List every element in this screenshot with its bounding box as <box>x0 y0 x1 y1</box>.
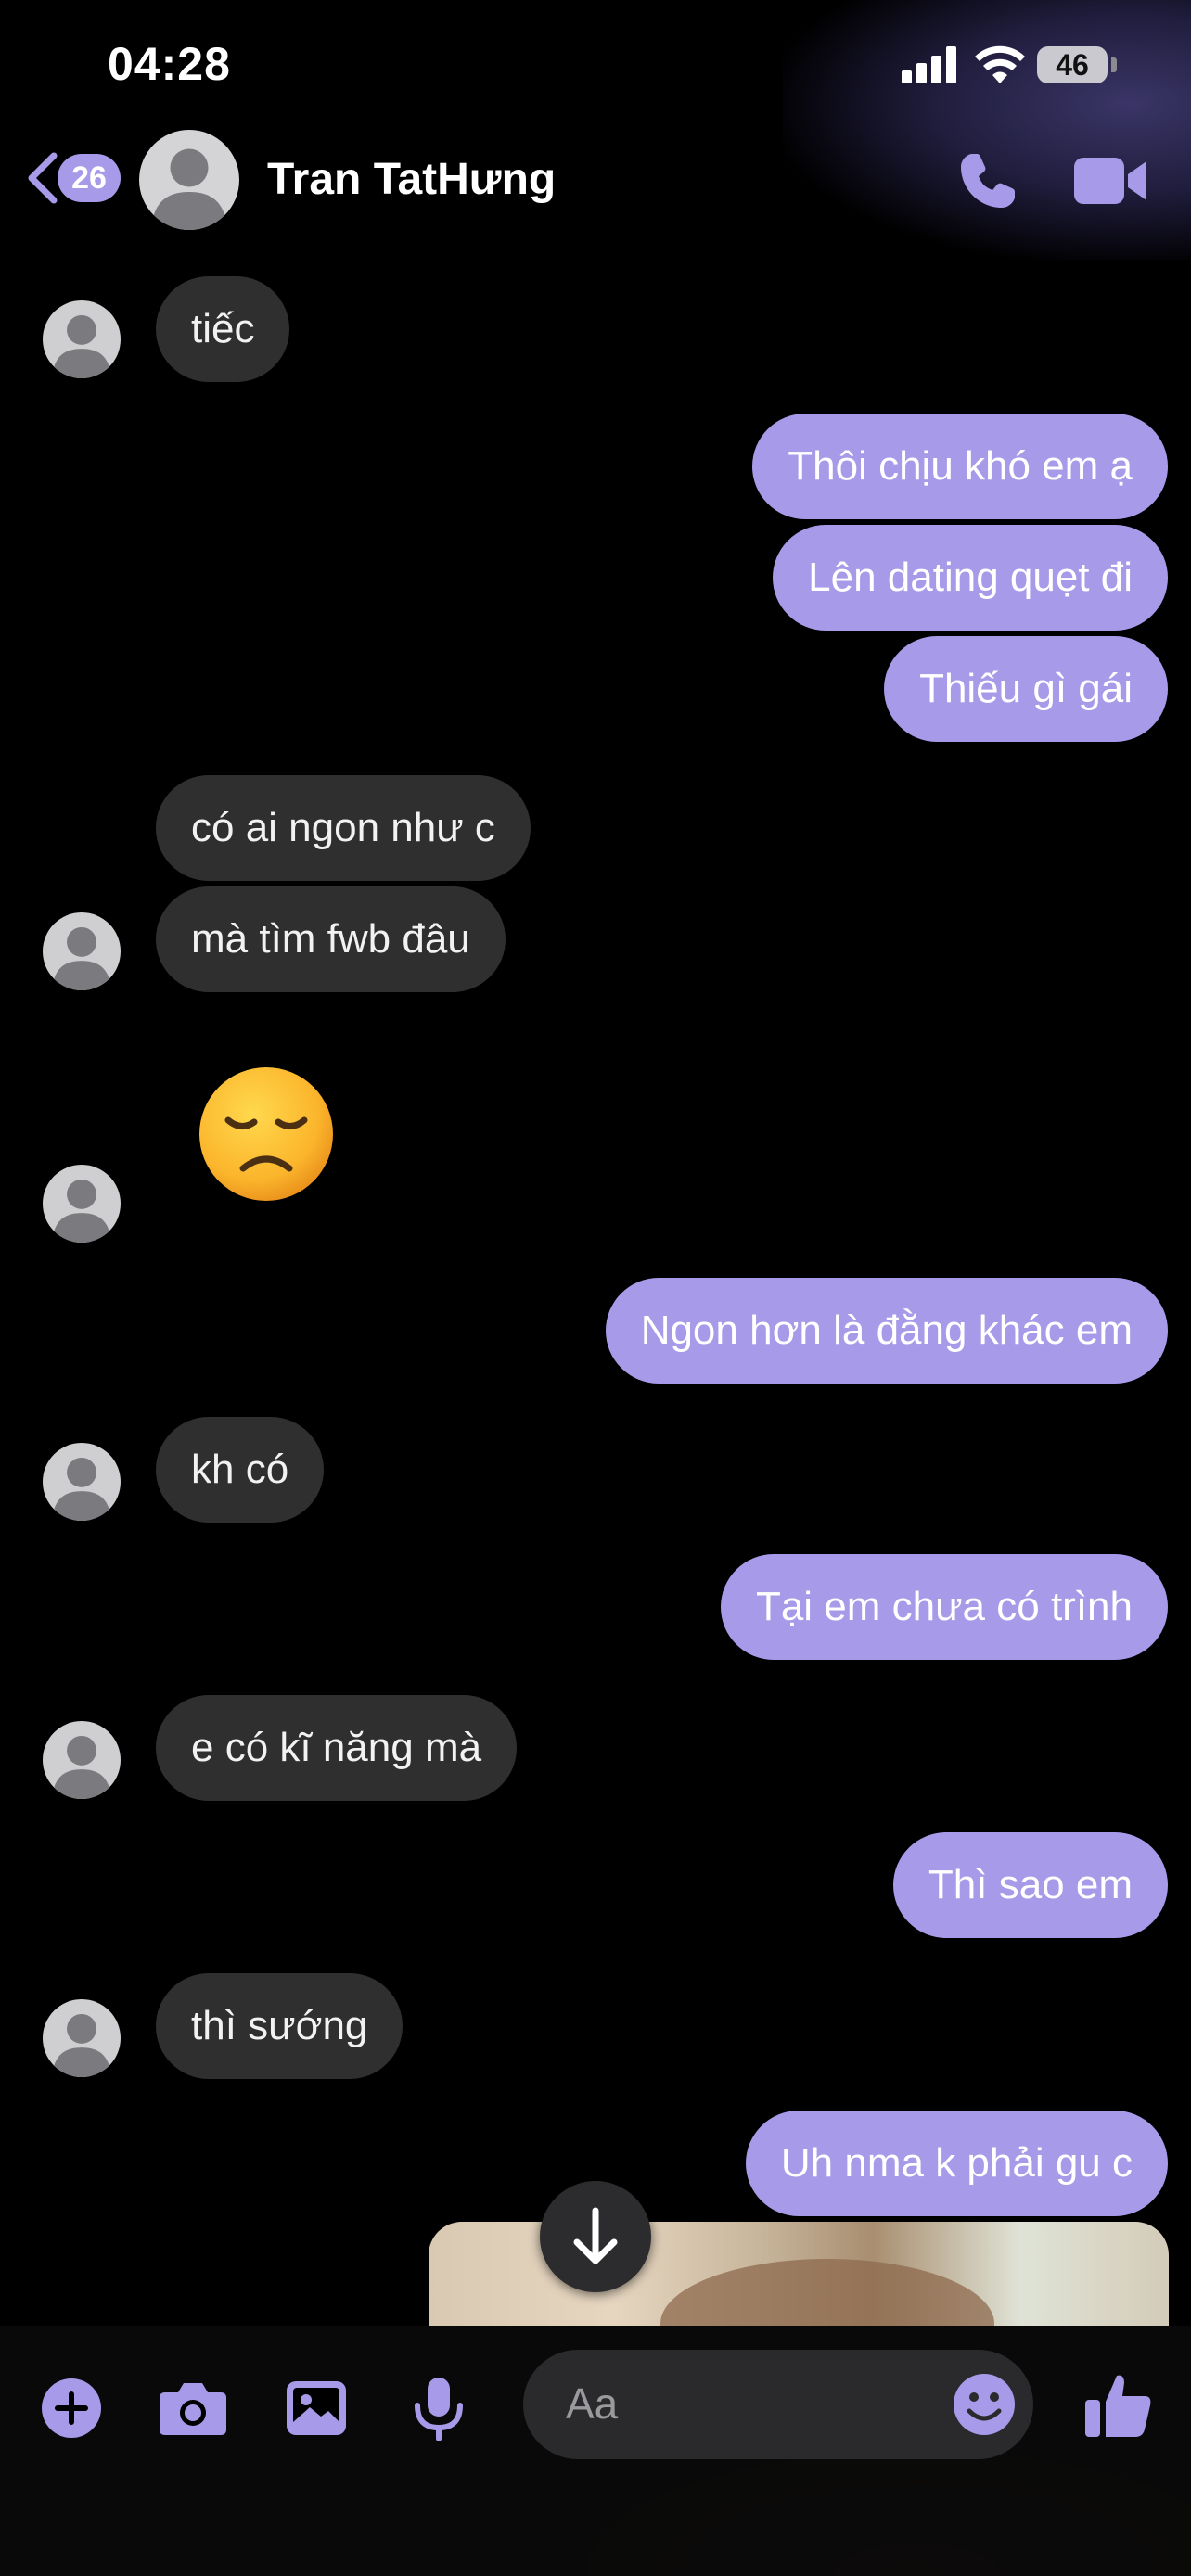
outgoing-message[interactable]: Ngon hơn là đằng khác em <box>605 1278 1168 1384</box>
battery-indicator: 46 <box>1037 46 1108 83</box>
message-input-placeholder: Aa <box>566 2379 619 2428</box>
sender-avatar[interactable] <box>43 1721 121 1799</box>
video-call-icon[interactable] <box>1072 152 1148 210</box>
header-glow <box>783 0 1191 260</box>
phone-call-icon[interactable] <box>955 148 1020 213</box>
sender-avatar[interactable] <box>43 1443 121 1521</box>
sender-avatar[interactable] <box>43 1165 121 1243</box>
microphone-icon[interactable] <box>406 2376 471 2442</box>
disappointed-face-emoji[interactable] <box>197 1065 336 1204</box>
gallery-icon[interactable] <box>284 2376 349 2441</box>
emoji-icon[interactable] <box>952 2372 1017 2437</box>
battery-tip <box>1111 57 1117 72</box>
incoming-message[interactable]: có ai ngon như c <box>156 775 531 881</box>
unread-count-badge[interactable]: 26 <box>58 154 121 202</box>
outgoing-message[interactable]: Lên dating quẹt đi <box>773 525 1168 631</box>
incoming-message[interactable]: mà tìm fwb đâu <box>156 886 506 992</box>
sender-avatar[interactable] <box>43 300 121 378</box>
scroll-to-bottom-button[interactable] <box>540 2181 651 2292</box>
incoming-message[interactable]: kh có <box>156 1417 325 1523</box>
contact-name[interactable]: Tran TatHưng <box>267 154 556 205</box>
incoming-message[interactable]: thì sướng <box>156 1973 403 2079</box>
incoming-message[interactable]: e có kĩ năng mà <box>156 1695 518 1801</box>
outgoing-message[interactable]: Uh nma k phải gu c <box>745 2111 1168 2216</box>
camera-icon[interactable] <box>158 2376 226 2441</box>
outgoing-message[interactable]: Tại em chưa có trình <box>720 1554 1168 1660</box>
plus-icon[interactable] <box>39 2376 104 2441</box>
incoming-message[interactable]: tiếc <box>156 276 290 382</box>
outgoing-message[interactable]: Thì sao em <box>892 1832 1168 1938</box>
sender-avatar[interactable] <box>43 1999 121 2077</box>
sender-avatar[interactable] <box>43 912 121 990</box>
wifi-icon <box>974 45 1026 85</box>
status-time: 04:28 <box>108 38 231 90</box>
cellular-signal-icon <box>902 46 957 83</box>
outgoing-message[interactable]: Thiếu gì gái <box>884 636 1168 742</box>
outgoing-message[interactable]: Thôi chịu khó em ạ <box>752 414 1168 519</box>
back-chevron-icon[interactable] <box>24 150 61 206</box>
contact-avatar[interactable] <box>139 130 239 230</box>
thumbs-up-icon[interactable] <box>1083 2370 1154 2441</box>
